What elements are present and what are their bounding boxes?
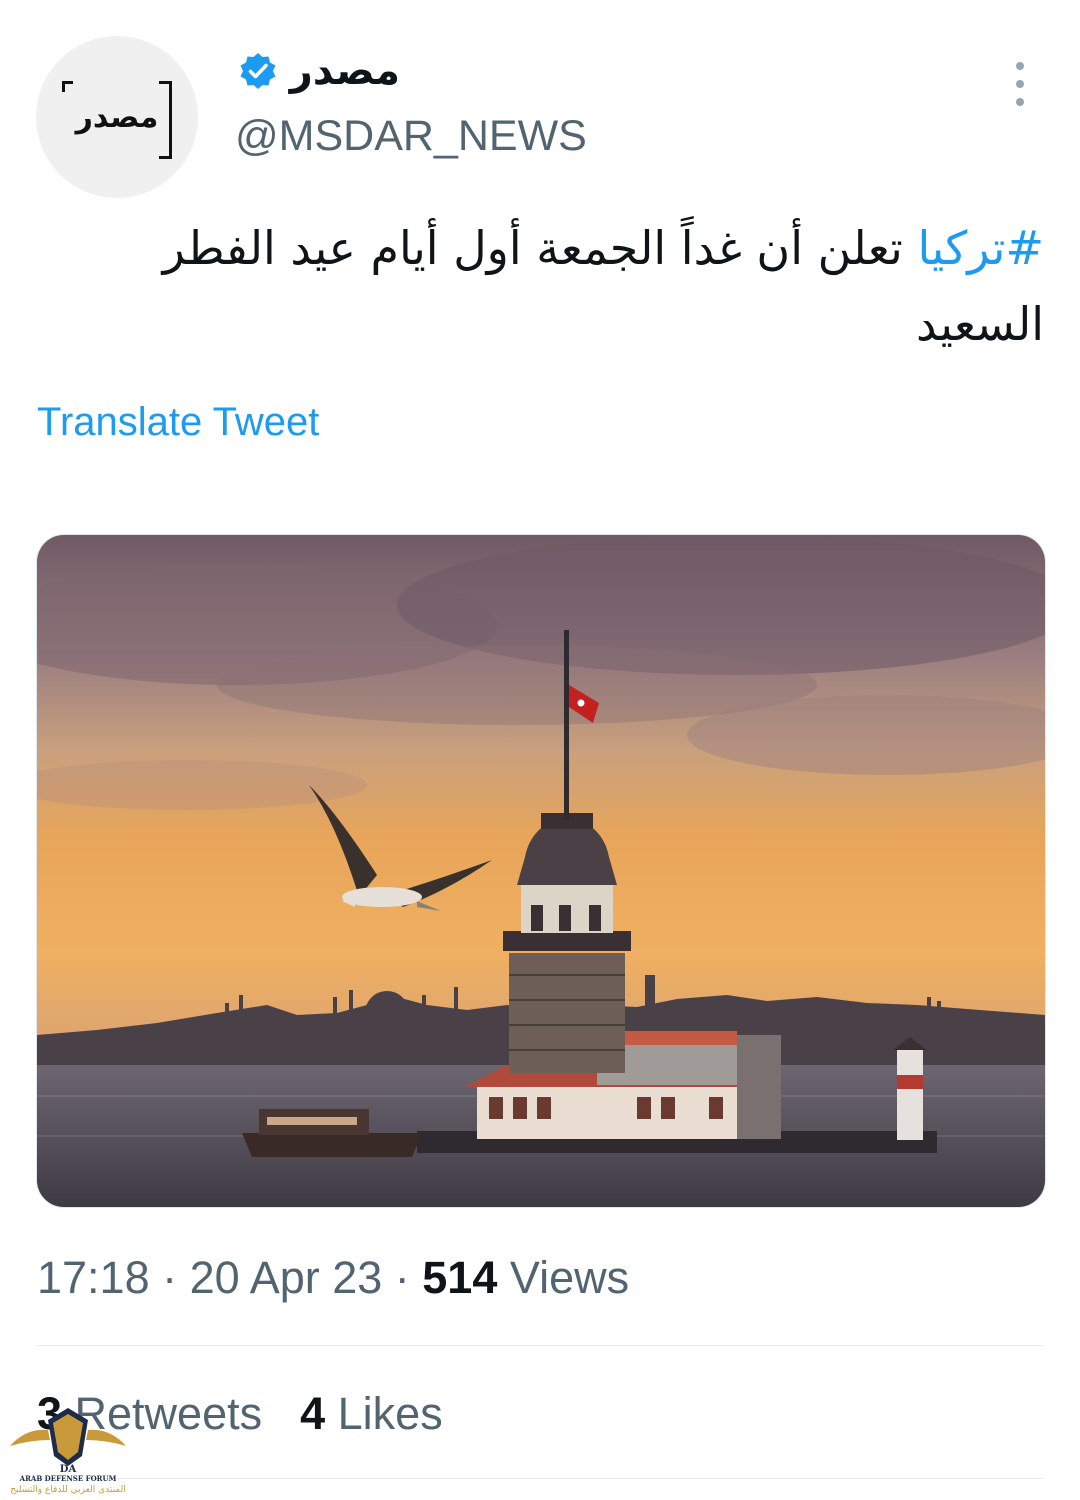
likes-stat[interactable]: 4 Likes: [300, 1388, 443, 1440]
translate-tweet-link[interactable]: Translate Tweet: [37, 400, 319, 445]
likes-label: Likes: [325, 1388, 443, 1439]
avatar-logo: مصدر: [62, 77, 172, 159]
avatar[interactable]: مصدر: [36, 36, 198, 198]
watermark-logo: DA ARAB DEFENSE FORUM المنتدى العربي للد…: [6, 1400, 130, 1500]
tweet-time[interactable]: 17:18: [37, 1252, 150, 1303]
more-vertical-icon[interactable]: [1010, 62, 1030, 106]
user-display-name-row[interactable]: مصدر: [238, 48, 400, 94]
tweet-meta: 17:18 · 20 Apr 23 · 514 Views: [37, 1252, 629, 1304]
avatar-text: مصدر: [75, 99, 159, 135]
divider-bottom: [36, 1478, 1044, 1479]
tweet-image[interactable]: [36, 534, 1046, 1208]
watermark-title: ARAB DEFENSE FORUM: [19, 1474, 117, 1483]
tweet-date[interactable]: 20 Apr 23: [190, 1252, 383, 1303]
views-label: Views: [497, 1252, 630, 1303]
divider: [36, 1345, 1044, 1346]
hashtag-link[interactable]: #تركيا: [917, 221, 1044, 275]
verified-badge-icon: [238, 51, 278, 91]
user-display-name[interactable]: مصدر: [290, 48, 400, 94]
maiden-tower-photo: [37, 535, 1045, 1207]
likes-count: 4: [300, 1388, 326, 1439]
meta-separator-2: ·: [382, 1252, 423, 1303]
watermark-subtitle: المنتدى العربي للدفاع والتسليح: [10, 1485, 126, 1495]
user-handle[interactable]: @MSDAR_NEWS: [235, 112, 587, 161]
tweet-text: #تركيا تعلن أن غداً الجمعة أول أيام عيد …: [40, 210, 1044, 362]
tweet-body: تعلن أن غداً الجمعة أول أيام عيد الفطر ا…: [162, 221, 1044, 351]
views-count: 514: [422, 1252, 498, 1303]
meta-separator: ·: [149, 1252, 190, 1303]
